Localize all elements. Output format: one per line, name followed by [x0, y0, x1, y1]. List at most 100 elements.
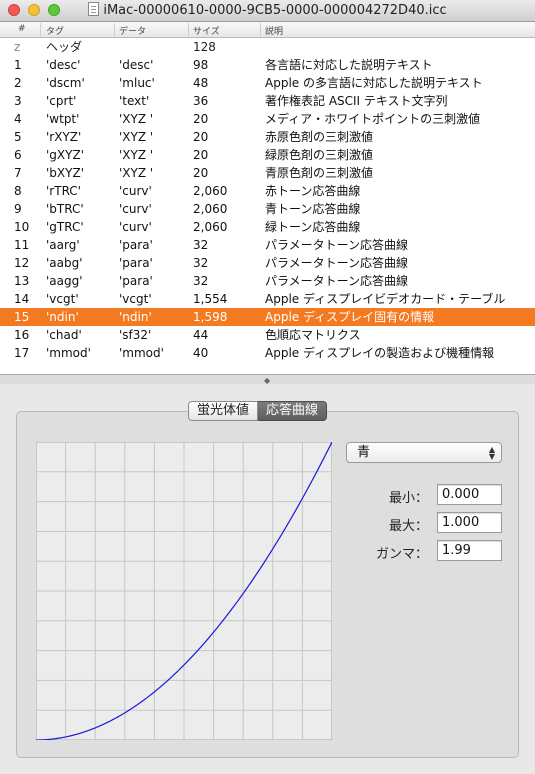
cell-tag: 'bTRC'	[46, 202, 84, 216]
cell-num: 8	[14, 184, 22, 198]
cell-num: 6	[14, 148, 22, 162]
cell-tag: 'gXYZ'	[46, 148, 84, 162]
tab-phosphor-values[interactable]: 蛍光体値	[188, 401, 259, 421]
cell-num: 15	[14, 310, 30, 324]
gamma-label: ガンマ：	[375, 547, 428, 562]
cell-desc: 緑原色剤の三刺激値	[265, 148, 374, 162]
table-row[interactable]: 12 'aabg' 'para' 32 パラメータトーン応答曲線	[0, 254, 535, 272]
table-row[interactable]: 17 'mmod' 'mmod' 40 Apple ディスプレイの製造および機種情報	[0, 344, 535, 362]
table-row[interactable]: 6 'gXYZ' 'XYZ ' 20 緑原色剤の三刺激値	[0, 146, 535, 164]
cell-size: 20	[193, 112, 209, 126]
cell-tag: 'rXYZ'	[46, 130, 82, 144]
cell-tag: 'aabg'	[46, 256, 83, 270]
cell-data: 'mmod'	[119, 346, 164, 360]
cell-size: 20	[193, 130, 209, 144]
channel-select[interactable]: 青 ▲ ▼	[346, 442, 502, 463]
cell-data: 'ndin'	[119, 310, 152, 324]
table-row[interactable]: 14 'vcgt' 'vcgt' 1,554 Apple ディスプレイビデオカード・テー…	[0, 290, 535, 308]
cell-data: 'XYZ '	[119, 166, 154, 180]
cell-desc: 著作権表記 ASCII テキスト文字列	[265, 94, 448, 108]
cell-num: 13	[14, 274, 30, 288]
table-row[interactable]: 1 'desc' 'desc' 98 各言語に対応した説明テキスト	[0, 56, 535, 74]
table-row[interactable]: 5 'rXYZ' 'XYZ ' 20 赤原色剤の三刺激値	[0, 128, 535, 146]
cell-data: 'curv'	[119, 202, 152, 216]
channel-select-value: 青	[357, 445, 371, 460]
cell-size: 98	[193, 58, 209, 72]
window-title: iMac-00000610-0000-9CB5-0000-000004272D4…	[103, 3, 447, 18]
cell-data: 'mluc'	[119, 76, 155, 90]
table-row[interactable]: 2 'dscm' 'mluc' 48 Apple の多言語に対応した説明テキスト	[0, 74, 535, 92]
cell-tag: 'desc'	[46, 58, 81, 72]
max-label: 最大：	[388, 519, 428, 534]
cell-size: 40	[193, 346, 209, 360]
table-row[interactable]: 4 'wtpt' 'XYZ ' 20 メディア・ホワイトポイントの三刺激値	[0, 110, 535, 128]
cell-desc: Apple ディスプレイ固有の情報	[265, 310, 435, 324]
cell-desc: 赤原色剤の三刺激値	[265, 130, 374, 144]
cell-size: 2,060	[193, 202, 228, 216]
cell-data: 'XYZ '	[119, 130, 154, 144]
tab-response-curve[interactable]: 応答曲線	[258, 401, 328, 421]
table-row[interactable]: 8 'rTRC' 'curv' 2,060 赤トーン応答曲線	[0, 182, 535, 200]
cell-num: 9	[14, 202, 22, 216]
cell-num: 5	[14, 130, 22, 144]
table-row-header[interactable]: z ヘッダ 128	[0, 38, 535, 56]
cell-data: 'vcgt'	[119, 292, 152, 306]
cell-num: 1	[14, 58, 22, 72]
split-view-divider[interactable]: ◆	[0, 374, 535, 385]
cell-desc: 色順応マトリクス	[265, 328, 361, 342]
table-row[interactable]: 9 'bTRC' 'curv' 2,060 青トーン応答曲線	[0, 200, 535, 218]
cell-tag: 'vcgt'	[46, 292, 79, 306]
cell-size: 32	[193, 238, 209, 252]
cell-size: 2,060	[193, 220, 228, 234]
gamma-field[interactable]: 1.99	[437, 540, 502, 561]
segmented-tabs: 蛍光体値 応答曲線	[188, 401, 328, 421]
table-row[interactable]: 11 'aarg' 'para' 32 パラメータトーン応答曲線	[0, 236, 535, 254]
column-header-data[interactable]: データ	[119, 24, 146, 37]
cell-num: 17	[14, 346, 30, 360]
cell-tag: 'rTRC'	[46, 184, 81, 198]
table-row[interactable]: 10 'gTRC' 'curv' 2,060 緑トーン応答曲線	[0, 218, 535, 236]
cell-desc: Apple ディスプレイの製造および機種情報	[265, 346, 495, 360]
cell-size: 1,598	[193, 310, 228, 324]
cell-data: 'text'	[119, 94, 150, 108]
tag-table[interactable]: # タグ データ サイズ 説明 z ヘッダ 128 1 'desc' 'desc' 9…	[0, 22, 535, 374]
cell-desc: 各言語に対応した説明テキスト	[265, 58, 433, 72]
cell-data: 'XYZ '	[119, 112, 154, 126]
cell-size: 2,060	[193, 184, 228, 198]
document-icon	[88, 2, 100, 16]
cell-num: 7	[14, 166, 22, 180]
table-row[interactable]: 3 'cprt' 'text' 36 著作権表記 ASCII テキスト文字列	[0, 92, 535, 110]
table-row[interactable]: 13 'aagg' 'para' 32 パラメータトーン応答曲線	[0, 272, 535, 290]
cell-size: 44	[193, 328, 209, 342]
cell-data: 'sf32'	[119, 328, 152, 342]
cell-desc: Apple の多言語に対応した説明テキスト	[265, 76, 483, 90]
cell-desc: パラメータトーン応答曲線	[265, 256, 409, 270]
table-row[interactable]: 7 'bXYZ' 'XYZ ' 20 青原色剤の三刺激値	[0, 164, 535, 182]
min-field[interactable]: 0.000	[437, 484, 502, 505]
cell-num: 10	[14, 220, 30, 234]
cell-num: 14	[14, 292, 30, 306]
cell-num: 3	[14, 94, 22, 108]
table-row[interactable]: 16 'chad' 'sf32' 44 色順応マトリクス	[0, 326, 535, 344]
column-header-tag[interactable]: タグ	[46, 24, 64, 37]
cell-tag: 'ndin'	[46, 310, 79, 324]
cell-size: 32	[193, 274, 209, 288]
cell-size: 20	[193, 166, 209, 180]
cell-num: 11	[14, 238, 30, 252]
table-row[interactable]: 15 'ndin' 'ndin' 1,598 Apple ディスプレイ固有の情報	[0, 308, 535, 326]
cell-size: 48	[193, 76, 209, 90]
cell-tag: 'wtpt'	[46, 112, 80, 126]
cell-desc: メディア・ホワイトポイントの三刺激値	[265, 112, 481, 126]
column-header-desc[interactable]: 説明	[265, 24, 283, 37]
cell-desc: 赤トーン応答曲線	[265, 184, 361, 198]
cell-size: 32	[193, 256, 209, 270]
cell-desc: 青トーン応答曲線	[265, 202, 361, 216]
column-header-size[interactable]: サイズ	[193, 24, 220, 37]
max-field[interactable]: 1.000	[437, 512, 502, 533]
cell-tag: 'aagg'	[46, 274, 83, 288]
cell-num: 12	[14, 256, 30, 270]
cell-data: 'curv'	[119, 184, 152, 198]
cell-size: 36	[193, 94, 209, 108]
column-header-num[interactable]: #	[18, 24, 26, 34]
cell-num: 4	[14, 112, 22, 126]
